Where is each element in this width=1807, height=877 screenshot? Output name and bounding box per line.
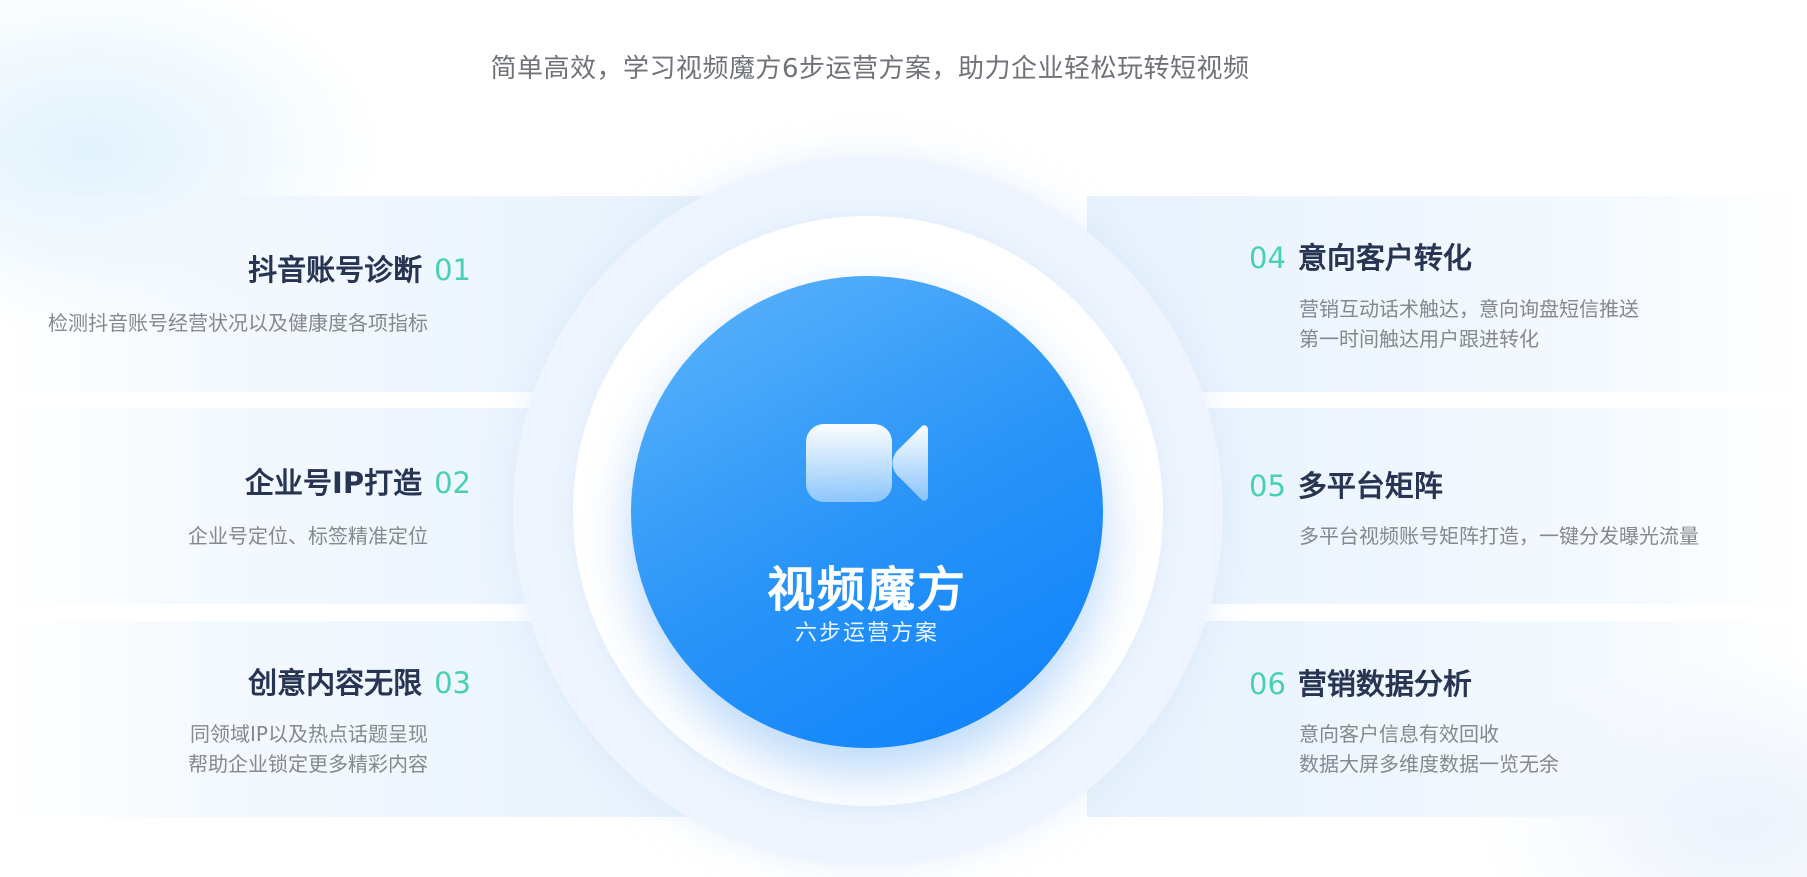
center-circle bbox=[631, 276, 1103, 748]
step-description-line: 营销互动话术触达，意向询盘短信推送 bbox=[1299, 297, 1639, 321]
step-description-line: 帮助企业锁定更多精彩内容 bbox=[188, 752, 428, 776]
step-description-02: 企业号定位、标签精准定位 bbox=[188, 521, 428, 551]
step-heading-05: 05 多平台矩阵 bbox=[1249, 463, 1443, 505]
step-description-05: 多平台视频账号矩阵打造，一键分发曝光流量 bbox=[1299, 521, 1699, 551]
step-heading-01: 抖音账号诊断 01 bbox=[248, 247, 471, 289]
step-description-line: 企业号定位、标签精准定位 bbox=[188, 524, 428, 548]
video-camera-icon bbox=[806, 424, 928, 502]
page-subtitle: 简单高效，学习视频魔方6步运营方案，助力企业轻松玩转短视频 bbox=[490, 54, 1250, 84]
step-title: 意向客户转化 bbox=[1297, 241, 1472, 275]
step-number: 05 bbox=[1249, 469, 1286, 503]
step-description-01: 检测抖音账号经营状况以及健康度各项指标 bbox=[48, 308, 428, 338]
step-number: 04 bbox=[1249, 241, 1286, 275]
step-number: 02 bbox=[434, 466, 471, 500]
step-heading-03: 创意内容无限 03 bbox=[248, 660, 471, 702]
step-description-line: 检测抖音账号经营状况以及健康度各项指标 bbox=[48, 311, 428, 335]
step-description-04: 营销互动话术触达，意向询盘短信推送 第一时间触达用户跟进转化 bbox=[1299, 294, 1639, 354]
step-description-line: 第一时间触达用户跟进转化 bbox=[1299, 327, 1539, 351]
step-description-line: 意向客户信息有效回收 bbox=[1299, 722, 1499, 746]
step-heading-04: 04 意向客户转化 bbox=[1249, 235, 1472, 277]
step-title: 多平台矩阵 bbox=[1297, 469, 1443, 503]
center-subtitle: 六步运营方案 bbox=[794, 621, 939, 646]
step-title: 抖音账号诊断 bbox=[248, 253, 423, 287]
step-number: 03 bbox=[434, 666, 471, 700]
step-description-06: 意向客户信息有效回收 数据大屏多维度数据一览无余 bbox=[1299, 719, 1559, 779]
step-description-line: 数据大屏多维度数据一览无余 bbox=[1299, 752, 1559, 776]
center-title: 视频魔方 bbox=[766, 562, 967, 618]
step-number: 01 bbox=[434, 253, 471, 287]
step-number: 06 bbox=[1249, 667, 1286, 701]
step-heading-02: 企业号IP打造 02 bbox=[245, 460, 471, 502]
step-title: 企业号IP打造 bbox=[245, 466, 423, 500]
step-title: 创意内容无限 bbox=[248, 666, 423, 700]
step-description-line: 多平台视频账号矩阵打造，一键分发曝光流量 bbox=[1299, 524, 1699, 548]
step-description-03: 同领域IP以及热点话题呈现 帮助企业锁定更多精彩内容 bbox=[188, 719, 428, 779]
step-description-line: 同领域IP以及热点话题呈现 bbox=[190, 722, 428, 746]
step-title: 营销数据分析 bbox=[1297, 667, 1472, 701]
step-heading-06: 06 营销数据分析 bbox=[1249, 661, 1472, 703]
